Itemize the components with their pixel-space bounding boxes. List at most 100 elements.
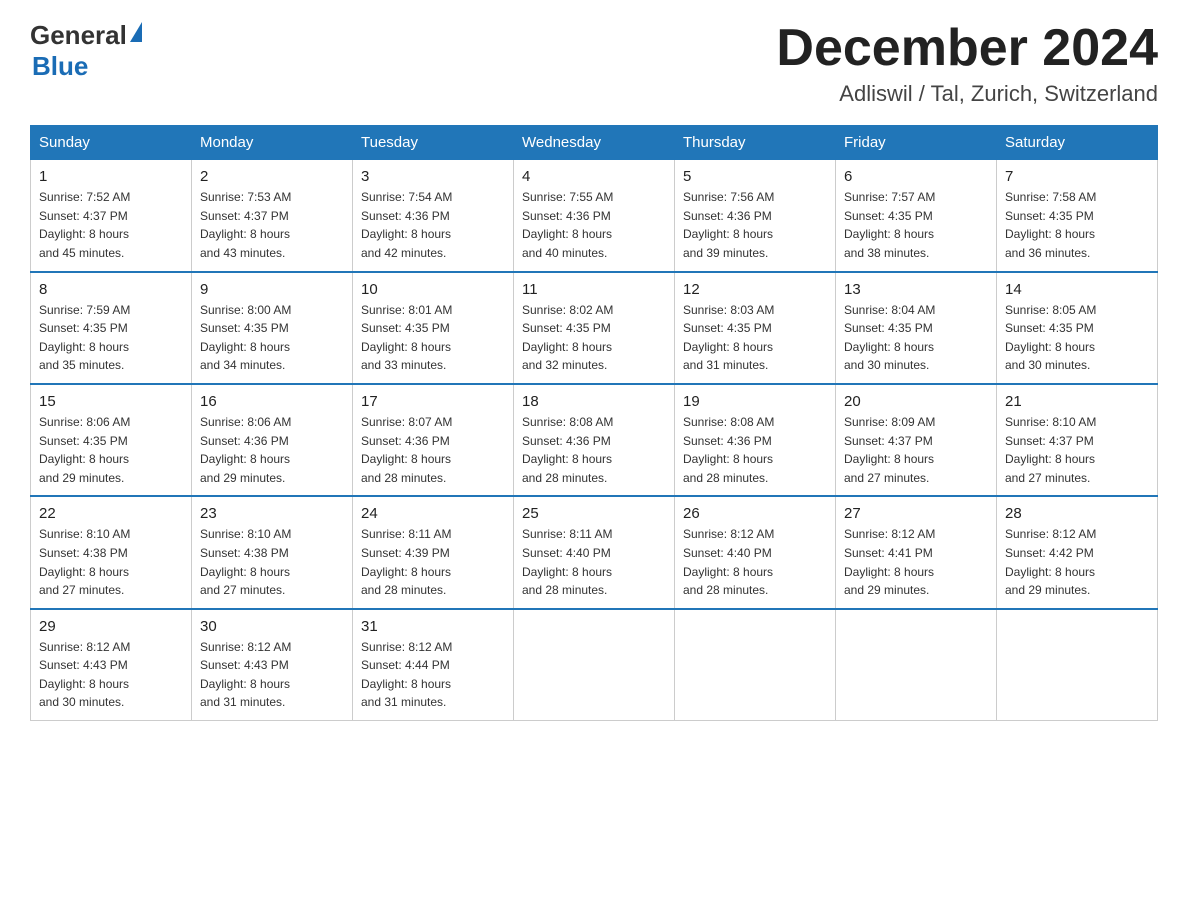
logo-blue-text: Blue xyxy=(30,51,142,82)
table-row: 17 Sunrise: 8:07 AMSunset: 4:36 PMDaylig… xyxy=(353,384,514,496)
header-wednesday: Wednesday xyxy=(514,126,675,160)
day-info: Sunrise: 7:57 AMSunset: 4:35 PMDaylight:… xyxy=(844,190,935,260)
table-row: 26 Sunrise: 8:12 AMSunset: 4:40 PMDaylig… xyxy=(675,496,836,608)
header-saturday: Saturday xyxy=(997,126,1158,160)
day-number: 28 xyxy=(1005,505,1149,522)
header-friday: Friday xyxy=(836,126,997,160)
table-row: 8 Sunrise: 7:59 AMSunset: 4:35 PMDayligh… xyxy=(31,272,192,384)
table-row: 7 Sunrise: 7:58 AMSunset: 4:35 PMDayligh… xyxy=(997,160,1158,272)
day-number: 4 xyxy=(522,168,666,185)
day-info: Sunrise: 7:53 AMSunset: 4:37 PMDaylight:… xyxy=(200,190,291,260)
day-number: 19 xyxy=(683,393,827,410)
day-number: 23 xyxy=(200,505,344,522)
day-info: Sunrise: 8:06 AMSunset: 4:36 PMDaylight:… xyxy=(200,415,291,485)
day-info: Sunrise: 7:54 AMSunset: 4:36 PMDaylight:… xyxy=(361,190,452,260)
day-number: 17 xyxy=(361,393,505,410)
header-monday: Monday xyxy=(192,126,353,160)
table-row: 14 Sunrise: 8:05 AMSunset: 4:35 PMDaylig… xyxy=(997,272,1158,384)
table-row xyxy=(997,609,1158,721)
day-info: Sunrise: 8:12 AMSunset: 4:43 PMDaylight:… xyxy=(200,640,291,710)
day-number: 12 xyxy=(683,281,827,298)
day-number: 8 xyxy=(39,281,183,298)
page-header: General Blue December 2024 Adliswil / Ta… xyxy=(30,20,1158,107)
day-info: Sunrise: 8:08 AMSunset: 4:36 PMDaylight:… xyxy=(683,415,774,485)
day-info: Sunrise: 8:10 AMSunset: 4:37 PMDaylight:… xyxy=(1005,415,1096,485)
table-row: 13 Sunrise: 8:04 AMSunset: 4:35 PMDaylig… xyxy=(836,272,997,384)
day-info: Sunrise: 8:11 AMSunset: 4:39 PMDaylight:… xyxy=(361,527,452,597)
day-number: 7 xyxy=(1005,168,1149,185)
day-info: Sunrise: 8:12 AMSunset: 4:42 PMDaylight:… xyxy=(1005,527,1096,597)
day-number: 27 xyxy=(844,505,988,522)
calendar-title: December 2024 xyxy=(776,20,1158,77)
day-number: 13 xyxy=(844,281,988,298)
logo: General Blue xyxy=(30,20,142,82)
calendar-week-row: 1 Sunrise: 7:52 AMSunset: 4:37 PMDayligh… xyxy=(31,160,1158,272)
day-number: 5 xyxy=(683,168,827,185)
table-row: 23 Sunrise: 8:10 AMSunset: 4:38 PMDaylig… xyxy=(192,496,353,608)
table-row: 10 Sunrise: 8:01 AMSunset: 4:35 PMDaylig… xyxy=(353,272,514,384)
table-row: 24 Sunrise: 8:11 AMSunset: 4:39 PMDaylig… xyxy=(353,496,514,608)
table-row: 6 Sunrise: 7:57 AMSunset: 4:35 PMDayligh… xyxy=(836,160,997,272)
logo-general-text: General xyxy=(30,20,127,51)
day-number: 29 xyxy=(39,618,183,635)
day-number: 18 xyxy=(522,393,666,410)
table-row: 11 Sunrise: 8:02 AMSunset: 4:35 PMDaylig… xyxy=(514,272,675,384)
day-number: 25 xyxy=(522,505,666,522)
day-number: 14 xyxy=(1005,281,1149,298)
day-info: Sunrise: 8:12 AMSunset: 4:43 PMDaylight:… xyxy=(39,640,130,710)
day-number: 11 xyxy=(522,281,666,298)
calendar-week-row: 22 Sunrise: 8:10 AMSunset: 4:38 PMDaylig… xyxy=(31,496,1158,608)
day-number: 22 xyxy=(39,505,183,522)
day-number: 9 xyxy=(200,281,344,298)
table-row xyxy=(514,609,675,721)
day-number: 6 xyxy=(844,168,988,185)
day-number: 2 xyxy=(200,168,344,185)
table-row: 4 Sunrise: 7:55 AMSunset: 4:36 PMDayligh… xyxy=(514,160,675,272)
table-row: 16 Sunrise: 8:06 AMSunset: 4:36 PMDaylig… xyxy=(192,384,353,496)
table-row xyxy=(836,609,997,721)
logo-triangle-icon xyxy=(130,22,142,42)
day-number: 16 xyxy=(200,393,344,410)
table-row: 21 Sunrise: 8:10 AMSunset: 4:37 PMDaylig… xyxy=(997,384,1158,496)
table-row: 25 Sunrise: 8:11 AMSunset: 4:40 PMDaylig… xyxy=(514,496,675,608)
day-info: Sunrise: 8:05 AMSunset: 4:35 PMDaylight:… xyxy=(1005,303,1096,373)
table-row: 27 Sunrise: 8:12 AMSunset: 4:41 PMDaylig… xyxy=(836,496,997,608)
table-row: 1 Sunrise: 7:52 AMSunset: 4:37 PMDayligh… xyxy=(31,160,192,272)
day-info: Sunrise: 8:12 AMSunset: 4:41 PMDaylight:… xyxy=(844,527,935,597)
day-number: 15 xyxy=(39,393,183,410)
title-section: December 2024 Adliswil / Tal, Zurich, Sw… xyxy=(776,20,1158,107)
day-info: Sunrise: 7:52 AMSunset: 4:37 PMDaylight:… xyxy=(39,190,130,260)
calendar-week-row: 15 Sunrise: 8:06 AMSunset: 4:35 PMDaylig… xyxy=(31,384,1158,496)
day-info: Sunrise: 7:56 AMSunset: 4:36 PMDaylight:… xyxy=(683,190,774,260)
table-row: 22 Sunrise: 8:10 AMSunset: 4:38 PMDaylig… xyxy=(31,496,192,608)
day-number: 10 xyxy=(361,281,505,298)
day-info: Sunrise: 8:00 AMSunset: 4:35 PMDaylight:… xyxy=(200,303,291,373)
table-row: 3 Sunrise: 7:54 AMSunset: 4:36 PMDayligh… xyxy=(353,160,514,272)
table-row: 2 Sunrise: 7:53 AMSunset: 4:37 PMDayligh… xyxy=(192,160,353,272)
day-info: Sunrise: 8:09 AMSunset: 4:37 PMDaylight:… xyxy=(844,415,935,485)
header-thursday: Thursday xyxy=(675,126,836,160)
day-info: Sunrise: 8:06 AMSunset: 4:35 PMDaylight:… xyxy=(39,415,130,485)
day-number: 3 xyxy=(361,168,505,185)
day-info: Sunrise: 8:12 AMSunset: 4:44 PMDaylight:… xyxy=(361,640,452,710)
day-number: 21 xyxy=(1005,393,1149,410)
day-number: 20 xyxy=(844,393,988,410)
table-row xyxy=(675,609,836,721)
table-row: 5 Sunrise: 7:56 AMSunset: 4:36 PMDayligh… xyxy=(675,160,836,272)
calendar-week-row: 8 Sunrise: 7:59 AMSunset: 4:35 PMDayligh… xyxy=(31,272,1158,384)
table-row: 12 Sunrise: 8:03 AMSunset: 4:35 PMDaylig… xyxy=(675,272,836,384)
day-number: 24 xyxy=(361,505,505,522)
calendar-header-row: Sunday Monday Tuesday Wednesday Thursday… xyxy=(31,126,1158,160)
day-info: Sunrise: 8:10 AMSunset: 4:38 PMDaylight:… xyxy=(39,527,130,597)
day-number: 31 xyxy=(361,618,505,635)
day-info: Sunrise: 7:59 AMSunset: 4:35 PMDaylight:… xyxy=(39,303,130,373)
day-number: 30 xyxy=(200,618,344,635)
table-row: 18 Sunrise: 8:08 AMSunset: 4:36 PMDaylig… xyxy=(514,384,675,496)
day-info: Sunrise: 7:55 AMSunset: 4:36 PMDaylight:… xyxy=(522,190,613,260)
calendar-subtitle: Adliswil / Tal, Zurich, Switzerland xyxy=(776,81,1158,107)
day-info: Sunrise: 8:10 AMSunset: 4:38 PMDaylight:… xyxy=(200,527,291,597)
day-number: 1 xyxy=(39,168,183,185)
calendar-week-row: 29 Sunrise: 8:12 AMSunset: 4:43 PMDaylig… xyxy=(31,609,1158,721)
table-row: 9 Sunrise: 8:00 AMSunset: 4:35 PMDayligh… xyxy=(192,272,353,384)
day-info: Sunrise: 8:07 AMSunset: 4:36 PMDaylight:… xyxy=(361,415,452,485)
